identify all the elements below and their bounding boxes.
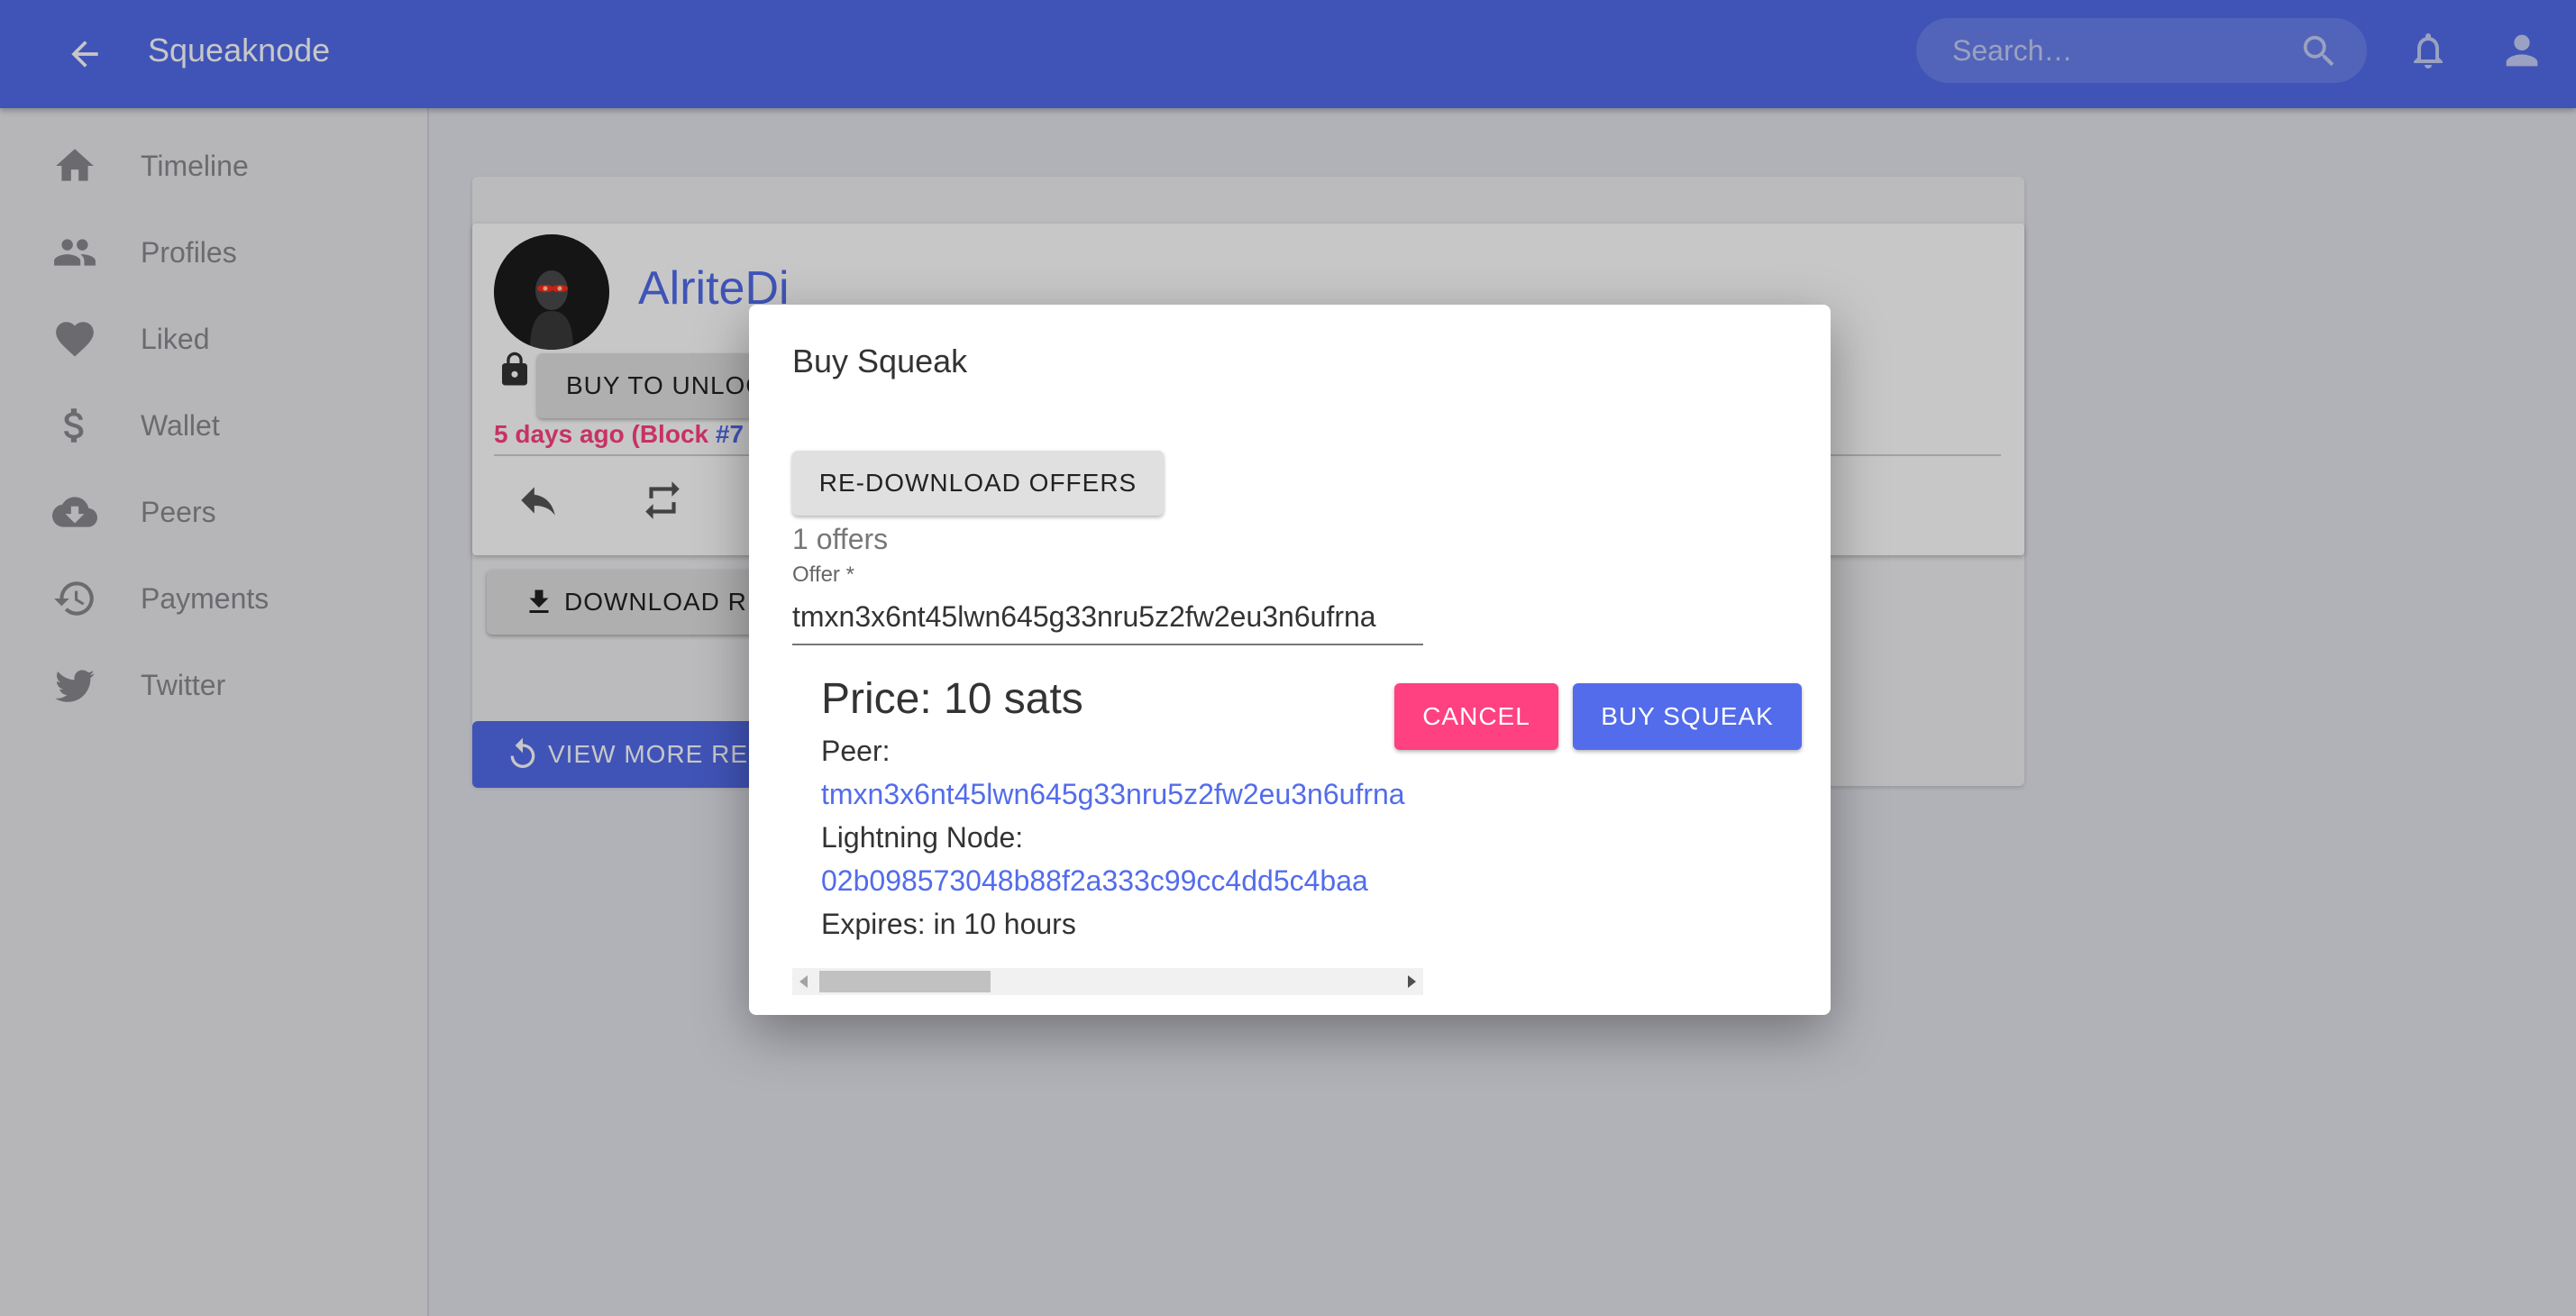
buy-squeak-dialog: Buy Squeak RE-DOWNLOAD OFFERS 1 offers O… xyxy=(749,305,1831,1015)
horizontal-scrollbar[interactable] xyxy=(792,968,1423,995)
offer-field-label: Offer * xyxy=(792,562,854,587)
peer-link[interactable]: tmxn3x6nt45lwn645g33nru5z2fw2eu3n6ufrna xyxy=(821,778,1405,810)
offer-expires: Expires: in 10 hours xyxy=(821,908,1076,940)
peer-label: Peer: xyxy=(821,735,891,767)
lightning-node-link[interactable]: 02b098573048b88f2a333c99cc4dd5c4baa xyxy=(821,864,1405,897)
redownload-offers-button[interactable]: RE-DOWNLOAD OFFERS xyxy=(792,451,1164,516)
scroll-left-icon[interactable] xyxy=(799,975,808,988)
scroll-right-icon[interactable] xyxy=(1408,975,1416,988)
offers-count: 1 offers xyxy=(792,523,889,555)
dialog-title: Buy Squeak xyxy=(792,343,968,379)
scrollbar-thumb[interactable] xyxy=(819,971,991,992)
offer-details-content: Price: 10 sats Peer: tmxn3x6nt45lwn645g3… xyxy=(821,665,1405,940)
offer-select[interactable]: tmxn3x6nt45lwn645g33nru5z2fw2eu3n6ufrna xyxy=(792,589,1423,645)
offer-price: Price: 10 sats xyxy=(821,675,1083,723)
lightning-node-label: Lightning Node: xyxy=(821,821,1024,854)
buy-squeak-button[interactable]: BUY SQUEAK xyxy=(1573,683,1802,750)
offer-details-panel: Price: 10 sats Peer: tmxn3x6nt45lwn645g3… xyxy=(792,665,1423,995)
cancel-button[interactable]: CANCEL xyxy=(1394,683,1558,750)
